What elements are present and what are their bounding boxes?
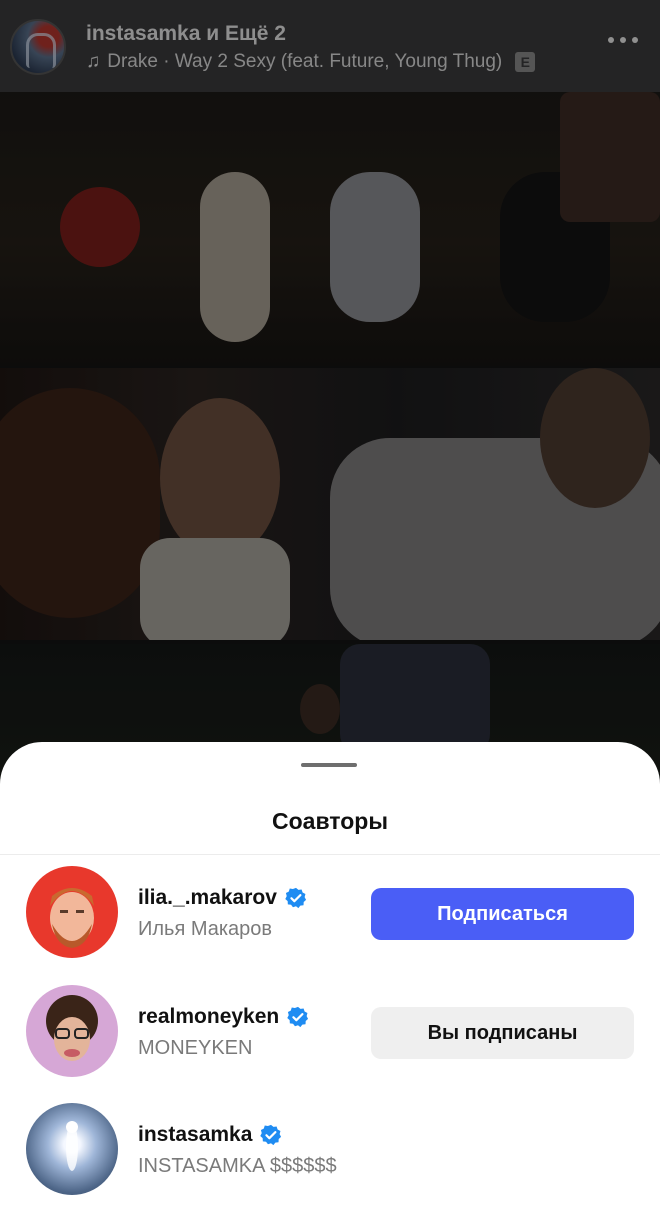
verified-badge-icon [287, 1006, 309, 1028]
sheet-title: Соавторы [272, 808, 388, 834]
post-authors-title[interactable]: instasamka и Ещё 2 [86, 22, 286, 46]
post-music-info[interactable]: ♫ Drake · Way 2 Sexy (feat. Future, Youn… [86, 51, 536, 73]
music-note-icon: ♫ [86, 51, 101, 72]
post-header: instasamka и Ещё 2 ♫ Drake · Way 2 Sexy … [0, 0, 660, 92]
post-media [0, 92, 660, 792]
coauthor-username[interactable]: instasamka [138, 1123, 282, 1147]
sheet-divider [0, 854, 660, 855]
verified-badge-icon [285, 887, 307, 909]
avatar[interactable] [26, 866, 118, 958]
coauthor-full-name: MONEYKEN [138, 1037, 253, 1059]
media-frame-2 [0, 368, 660, 640]
explicit-badge: E [515, 52, 536, 72]
follow-button[interactable]: Подписаться [371, 888, 634, 940]
sheet-grabber-handle[interactable] [301, 763, 357, 767]
coauthor-row[interactable]: ilia._.makarov Илья Макаров Подписаться [0, 866, 660, 962]
coauthor-full-name: Илья Макаров [138, 918, 273, 940]
avatar[interactable] [26, 985, 118, 1077]
coauthor-row[interactable]: realmoneyken MONEYKEN Вы подписаны [0, 985, 660, 1081]
music-track-label: Drake · Way 2 Sexy (feat. Future, Young … [107, 51, 503, 72]
avatar[interactable] [26, 1103, 118, 1195]
more-options-icon[interactable] [608, 32, 638, 48]
coauthor-row[interactable]: instasamka INSTASAMKA $$$$$$ [0, 1103, 660, 1199]
following-button[interactable]: Вы подписаны [371, 1007, 634, 1059]
media-frame-1 [0, 92, 660, 366]
coauthor-full-name: INSTASAMKA $$$$$$ [138, 1155, 337, 1177]
coauthor-username[interactable]: ilia._.makarov [138, 886, 307, 910]
verified-badge-icon [260, 1124, 282, 1146]
post-author-avatar[interactable] [10, 19, 66, 75]
coauthors-sheet: Соавторы ilia._.makarov Илья Макаров Под… [0, 742, 660, 1218]
coauthor-username[interactable]: realmoneyken [138, 1005, 309, 1029]
